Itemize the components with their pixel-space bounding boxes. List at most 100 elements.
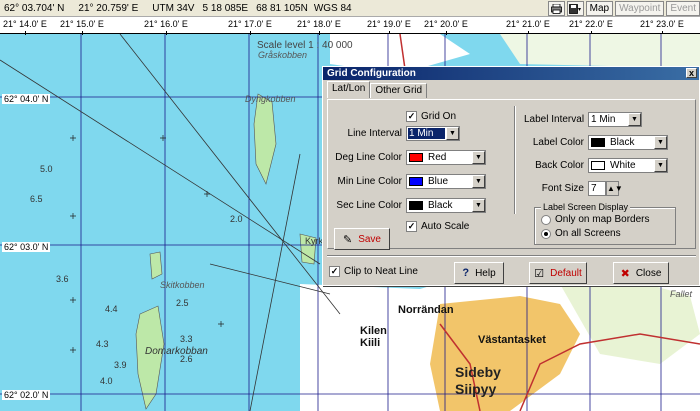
longitude-readout: 21° 20.759' E: [78, 2, 139, 14]
close-button[interactable]: ✖ Close: [613, 262, 669, 284]
save-button[interactable]: ✎ Save: [334, 228, 390, 250]
sec-line-color-select[interactable]: Black ▼: [406, 198, 486, 213]
radio-all-screens[interactable]: [541, 228, 551, 239]
tab-panel-lat-lon: ✓ Grid On Line Interval 1 Min ▼ Deg Line…: [327, 99, 696, 250]
latitude-readout: 62° 03.704' N: [4, 2, 65, 14]
tab-other-grid[interactable]: Other Grid: [370, 83, 428, 98]
min-line-color-value: Blue: [428, 176, 449, 187]
lon-tick: 21° 19.0' E: [367, 19, 411, 35]
chevron-down-icon[interactable]: ▼: [472, 199, 485, 212]
island-domarkobban: [135, 305, 165, 410]
clip-row[interactable]: ✓ Clip to Neat Line: [329, 266, 418, 277]
dialog-titlebar[interactable]: Grid Configuration x: [323, 67, 699, 80]
font-size-spinner-icon[interactable]: ▲▼: [606, 181, 623, 196]
place-kyrk: Kyrk: [305, 236, 323, 246]
column-separator: [514, 106, 516, 214]
option-all-screens-label: On all Screens: [555, 228, 621, 239]
help-button[interactable]: ? Help: [454, 262, 504, 284]
chevron-down-icon[interactable]: ▼: [472, 151, 485, 164]
clip-checkbox[interactable]: ✓: [329, 266, 340, 277]
grid-on-row[interactable]: ✓ Grid On: [406, 111, 456, 122]
utm-easting: 5 18 085E: [202, 2, 249, 14]
depth-label: 5.0: [40, 164, 53, 174]
grid-configuration-dialog: Grid Configuration x Lat/Lon Other Grid …: [322, 66, 700, 286]
depth-label: 3.6: [56, 274, 69, 284]
waypoint-button[interactable]: Waypoint: [615, 1, 665, 16]
lon-tick: 21° 23.0' E: [640, 19, 684, 35]
toolbar: Map Waypoint Event: [547, 1, 700, 16]
printer-icon[interactable]: [547, 1, 565, 16]
place-fallet: Fallet: [670, 289, 693, 299]
save-pencil-icon: ✎: [342, 233, 353, 246]
longitude-ruler: 21° 14.0' E 21° 15.0' E 21° 16.0' E 21° …: [0, 17, 700, 35]
back-color-label: Back Color: [535, 160, 584, 171]
place-vastantasket: Västantasket: [478, 334, 546, 346]
color-swatch: [409, 153, 423, 162]
place-skitkobben: Skitkobben: [160, 280, 205, 290]
line-interval-value: 1 Min: [408, 128, 445, 139]
depth-marker: [204, 191, 210, 197]
label-interval-value: 1 Min: [591, 114, 616, 125]
line-interval-select[interactable]: 1 Min ▼: [406, 126, 460, 141]
option-map-borders-label: Only on map Borders: [555, 214, 650, 225]
place-norrandan: Norrändan: [398, 304, 454, 316]
depth-label: 3.3: [180, 334, 193, 344]
lon-tick: 21° 21.0' E: [506, 19, 550, 35]
close-icon[interactable]: x: [686, 68, 697, 78]
label-interval-label: Label Interval: [524, 114, 585, 125]
place-kilen: Kilen: [360, 325, 387, 337]
deg-line-color-label: Deg Line Color: [335, 152, 402, 163]
event-button[interactable]: Event: [666, 1, 700, 16]
label-interval-row: Label Interval 1 Min ▼: [524, 112, 642, 127]
color-swatch: [591, 138, 605, 147]
sec-line-color-row: Sec Line Color Black ▼: [334, 198, 486, 213]
island-dyngkobben: [253, 93, 277, 185]
font-size-input[interactable]: 7: [588, 181, 606, 196]
lon-tick: 21° 17.0' E: [228, 19, 272, 35]
lat-tick: 62° 03.0' N: [2, 242, 51, 252]
option-all-screens[interactable]: On all Screens: [541, 228, 621, 239]
depth-label: 6.5: [30, 194, 43, 204]
place-sideby: Sideby: [455, 364, 501, 380]
label-interval-select[interactable]: 1 Min ▼: [588, 112, 642, 127]
depth-label: 4.4: [105, 304, 118, 314]
auto-scale-checkbox[interactable]: ✓: [406, 221, 417, 232]
close-x-icon: ✖: [620, 267, 630, 280]
tab-strip: Lat/Lon Other Grid: [327, 81, 428, 98]
chevron-down-icon[interactable]: ▼: [628, 113, 641, 126]
island-skitkobben: [149, 251, 163, 280]
auto-scale-row[interactable]: ✓ Auto Scale: [406, 221, 469, 232]
option-map-borders[interactable]: Only on map Borders: [541, 214, 650, 225]
default-button[interactable]: ☑ Default: [529, 262, 587, 284]
map-button[interactable]: Map: [585, 1, 614, 16]
chevron-down-icon[interactable]: ▼: [654, 159, 667, 172]
place-graskobben: Gråskobben: [258, 50, 308, 60]
lon-tick: 21° 16.0' E: [144, 19, 188, 35]
save-icon[interactable]: [566, 1, 584, 16]
label-screen-display-title: Label Screen Display: [541, 202, 631, 212]
chevron-down-icon[interactable]: ▼: [446, 127, 459, 140]
chevron-down-icon[interactable]: ▼: [654, 136, 667, 149]
chevron-down-icon[interactable]: ▼: [472, 175, 485, 188]
radio-map-borders[interactable]: [541, 214, 551, 225]
grid-on-checkbox[interactable]: ✓: [406, 111, 417, 122]
back-color-select[interactable]: White ▼: [588, 158, 668, 173]
north-field: [500, 34, 700, 68]
min-line-color-select[interactable]: Blue ▼: [406, 174, 486, 189]
deg-line-color-value: Red: [428, 152, 447, 163]
deg-line-color-select[interactable]: Red ▼: [406, 150, 486, 165]
place-kiili: Kiili: [360, 337, 381, 349]
color-swatch: [591, 161, 605, 170]
color-swatch: [409, 177, 423, 186]
lon-tick: 21° 18.0' E: [297, 19, 341, 35]
depth-label: 2.5: [176, 298, 189, 308]
status-bar: 62° 03.704' N 21° 20.759' E UTM 34V 5 18…: [0, 0, 700, 17]
tab-lat-lon[interactable]: Lat/Lon: [327, 81, 371, 98]
min-line-color-label: Min Line Color: [337, 176, 402, 187]
help-icon: ?: [462, 267, 470, 279]
depth-marker: [218, 321, 224, 327]
label-color-select[interactable]: Black ▼: [588, 135, 668, 150]
default-label: Default: [550, 267, 582, 279]
depth-marker: [70, 347, 76, 353]
dialog-divider: [327, 255, 696, 257]
